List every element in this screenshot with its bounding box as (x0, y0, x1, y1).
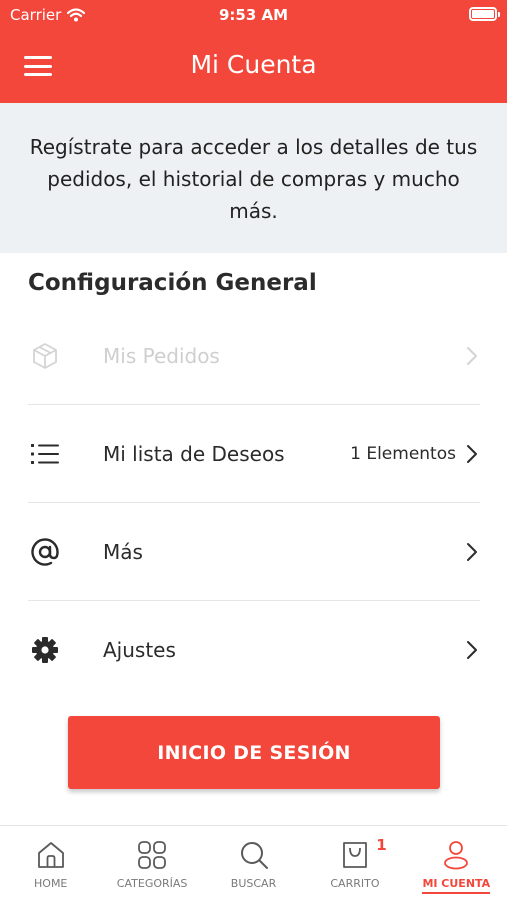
chevron-right-icon (464, 639, 480, 661)
page-title: Mi Cuenta (190, 50, 317, 79)
grid-icon (135, 838, 169, 872)
tab-label: CATEGORÍAS (116, 877, 188, 890)
chevron-right-icon (464, 345, 480, 367)
battery-icon (469, 7, 500, 21)
menu-item-label: Mis Pedidos (103, 343, 220, 368)
status-time: 9:53 AM (218, 6, 289, 24)
section-title: Configuración General (28, 270, 317, 296)
menu-item-orders[interactable]: Mis Pedidos (28, 307, 480, 405)
nav-bar: Mi Cuenta (0, 30, 507, 103)
menu-item-label: Ajustes (103, 638, 176, 662)
login-button[interactable]: INICIO DE SESIÓN (68, 716, 440, 789)
tab-label: CARRITO (330, 877, 380, 890)
menu-item-more[interactable]: Más (28, 503, 480, 601)
menu-item-label: Mi lista de Deseos (103, 441, 285, 466)
chevron-right-icon (464, 443, 480, 465)
menu-item-settings[interactable]: Ajustes (28, 601, 480, 699)
tab-cart[interactable]: 1 CARRITO (304, 826, 405, 900)
tab-label: MI CUENTA (422, 877, 491, 894)
at-icon (28, 535, 62, 569)
cart-badge: 1 (376, 836, 387, 854)
list-icon (28, 437, 62, 471)
tab-home[interactable]: HOME (0, 826, 101, 900)
box-icon (28, 339, 62, 373)
tab-categories[interactable]: CATEGORÍAS (101, 826, 202, 900)
tab-label: HOME (34, 877, 68, 890)
search-icon (237, 838, 271, 872)
home-icon (34, 838, 68, 872)
wishlist-count: 1 Elementos (350, 443, 456, 464)
app-header: Carrier 9:53 AM Mi Cuenta (0, 0, 507, 103)
banner-text: Regístrate para acceder a los detalles d… (29, 135, 478, 223)
tab-search[interactable]: BUSCAR (203, 826, 304, 900)
bag-icon (338, 838, 372, 872)
gear-icon (28, 633, 62, 667)
status-bar: Carrier 9:53 AM (0, 0, 507, 30)
user-icon (439, 838, 473, 872)
tab-account[interactable]: MI CUENTA (406, 826, 507, 900)
menu-item-wishlist[interactable]: Mi lista de Deseos 1 Elementos (28, 405, 480, 503)
menu-item-label: Más (103, 539, 143, 564)
chevron-right-icon (464, 541, 480, 563)
register-banner: Regístrate para acceder a los detalles d… (0, 103, 507, 253)
bottom-tab-bar: HOME CATEGORÍAS BUSCAR 1 CARRITO MI CUEN… (0, 825, 507, 900)
tab-label: BUSCAR (230, 877, 277, 890)
